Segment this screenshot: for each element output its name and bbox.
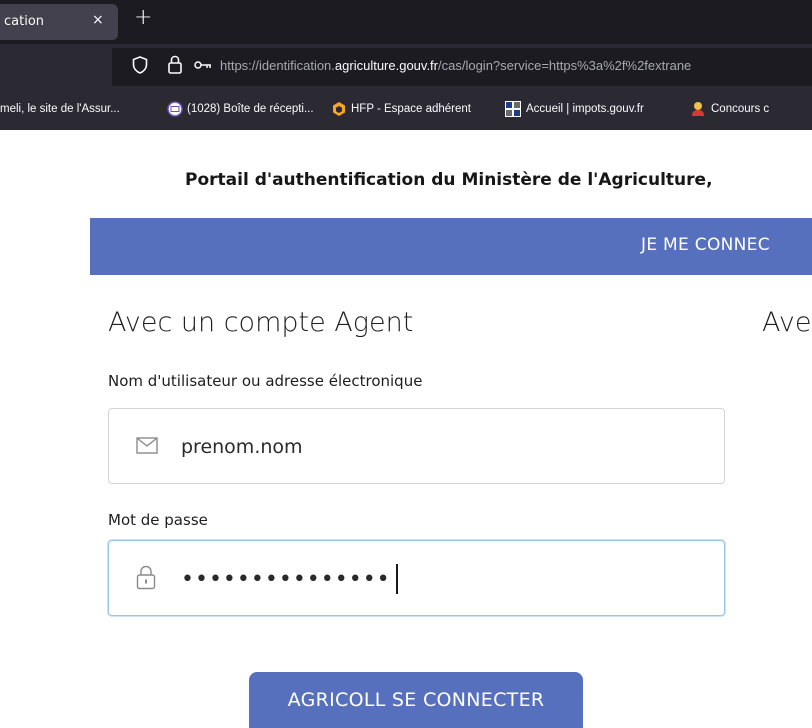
text-caret (396, 564, 398, 594)
url-prefix: https://identification. (220, 58, 335, 73)
hexagon-bookmark-icon (333, 102, 345, 116)
agricoll-login-button[interactable]: AGRICOLL SE CONNECTER (249, 672, 583, 728)
browser-tab[interactable]: cation × (0, 4, 118, 40)
bookmark-ameli[interactable]: meli, le site de l'Assur... (0, 103, 120, 115)
key-icon[interactable] (194, 61, 212, 69)
agent-account-heading: Avec un compte Agent (108, 307, 414, 338)
concours-bookmark-icon (692, 102, 704, 116)
lock-icon[interactable] (167, 55, 183, 74)
marianne-bookmark-icon (505, 101, 521, 117)
page-title: Portail d'authentification du Ministère … (185, 170, 713, 190)
banner-heading: JE ME CONNEC (641, 235, 770, 255)
username-label: Nom d'utilisateur ou adresse électroniqu… (108, 372, 423, 390)
password-field[interactable] (108, 540, 725, 616)
url-path: /cas/login?service=https%3a%2f%2fextrane (438, 58, 692, 73)
bookmark-concours[interactable]: Concours c (711, 103, 769, 115)
url-domain: agriculture.gouv.fr (334, 58, 438, 73)
tab-title: cation (4, 14, 45, 29)
password-label: Mot de passe (108, 511, 208, 529)
username-field[interactable] (108, 408, 725, 484)
mail-bookmark-icon (167, 101, 183, 117)
password-input[interactable] (181, 563, 701, 595)
padlock-icon (136, 565, 156, 590)
bookmark-impots[interactable]: Accueil | impots.gouv.fr (526, 103, 644, 115)
other-account-heading: Ave (762, 307, 812, 338)
envelope-icon (136, 437, 158, 454)
bookmark-hfp[interactable]: HFP - Espace adhérent (351, 103, 471, 115)
tab-close-icon[interactable]: × (92, 12, 104, 28)
bookmark-mail[interactable]: (1028) Boîte de récepti... (187, 103, 314, 115)
shield-icon[interactable] (132, 56, 148, 74)
url-text[interactable]: https://identification.agriculture.gouv.… (220, 58, 691, 73)
tab-bar: cation × + (0, 0, 812, 44)
username-input[interactable] (181, 431, 701, 463)
new-tab-icon[interactable]: + (134, 6, 152, 30)
